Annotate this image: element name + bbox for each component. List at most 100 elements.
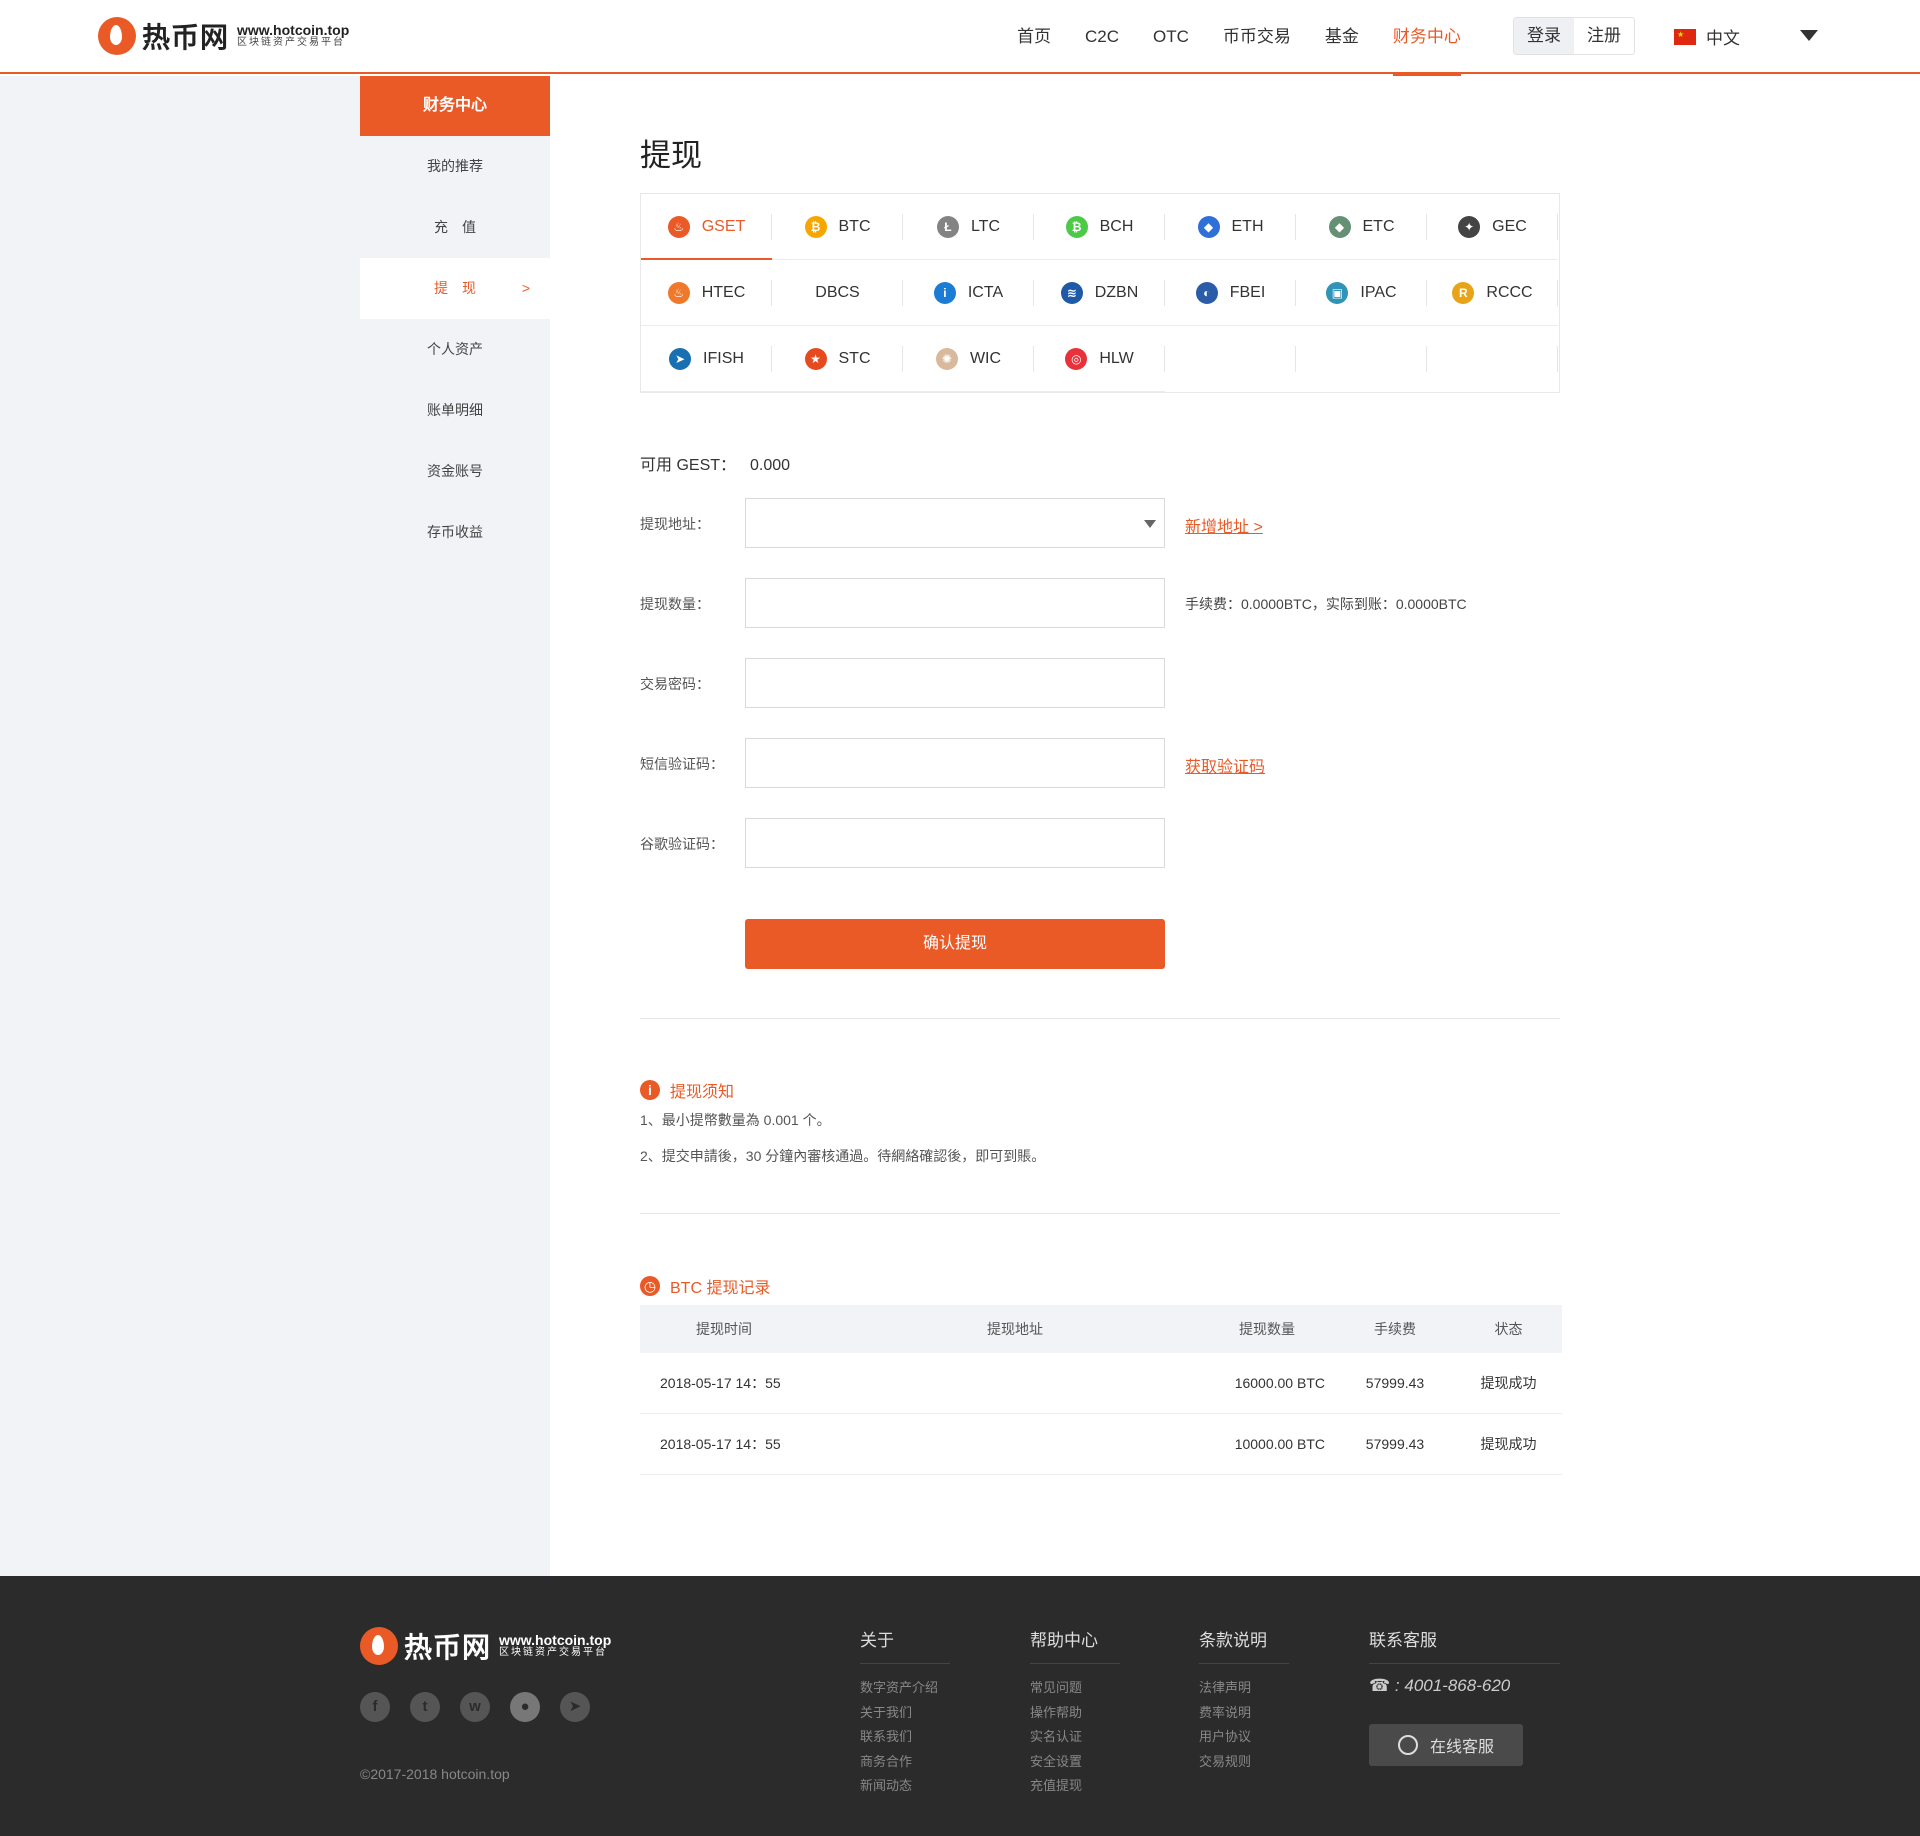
sidebar-item-withdraw[interactable]: 提 现 > <box>360 258 550 319</box>
footer-link[interactable]: 实名认证 <box>1030 1725 1120 1750</box>
sidebar-item-bills[interactable]: 账单明细 <box>360 380 550 441</box>
footer-link[interactable]: 安全设置 <box>1030 1750 1120 1775</box>
cell-amount: 10000.00 BTC <box>1234 1436 1325 1452</box>
coin-tab-hlw[interactable]: ◎ HLW <box>1034 326 1165 392</box>
footer-link[interactable]: 常见问题 <box>1030 1676 1120 1701</box>
sidebar: 财务中心 我的推荐 充 值 提 现 > 个人资产 账单明细 资金账号 存币收益 <box>360 76 550 563</box>
google-row: 谷歌验证码： <box>640 818 1560 868</box>
withdraw-records-table: 提现时间 提现地址 提现数量 手续费 状态 2018-05-17 14：55 1… <box>640 1305 1562 1475</box>
language-selector[interactable]: 中文 <box>1674 24 1740 49</box>
notice-line: 1、最小提幣數量為 0.001 个。 <box>640 1112 831 1128</box>
coin-tab-gset[interactable]: ♨ GSET <box>641 194 772 260</box>
chevron-right-icon: > <box>521 280 530 296</box>
available-value: 0.000 <box>750 457 791 474</box>
litecoin-icon: Ł <box>936 215 959 238</box>
coin-label: ETH <box>1231 217 1264 235</box>
footer-link[interactable]: 商务合作 <box>860 1750 950 1775</box>
footer-link[interactable]: 法律声明 <box>1199 1676 1289 1701</box>
fee-note: 手续费：0.0000BTC，实际到账：0.0000BTC <box>1185 596 1467 612</box>
brand-logo[interactable]: 热币网 www.hotcoin.top 区块链资产交易平台 <box>98 16 349 56</box>
facebook-icon[interactable]: f <box>360 1692 390 1722</box>
trade-password-input[interactable] <box>745 658 1165 708</box>
add-address-link[interactable]: 新增地址 > <box>1185 513 1263 537</box>
amount-input[interactable] <box>745 578 1165 628</box>
bitcoin-cash-icon: ₿ <box>1065 215 1088 238</box>
coin-tab-gec[interactable]: ✦ GEC <box>1427 194 1558 260</box>
footer-link[interactable]: 用户协议 <box>1199 1725 1289 1750</box>
telegram-icon[interactable]: ➤ <box>560 1692 590 1722</box>
footer-link[interactable]: 数字资产介绍 <box>860 1676 950 1701</box>
confirm-withdraw-button[interactable]: 确认提现 <box>745 919 1165 969</box>
coin-tab-dbcs[interactable]: DBCS <box>772 260 903 326</box>
wechat-icon[interactable]: ● <box>510 1692 540 1722</box>
dropdown-arrow-icon[interactable] <box>1800 30 1818 41</box>
nav-otc[interactable]: OTC <box>1153 0 1189 74</box>
sidebar-item-deposit[interactable]: 充 值 <box>360 197 550 258</box>
coin-tab-icta[interactable]: i ICTA <box>903 260 1034 326</box>
footer-link[interactable]: 费率说明 <box>1199 1701 1289 1726</box>
col-address-header: 提现地址 <box>987 1321 1043 1337</box>
coin-tab-etc[interactable]: ◆ ETC <box>1296 194 1427 260</box>
footer-logo[interactable]: 热币网 www.hotcoin.top 区块链资产交易平台 <box>360 1626 611 1666</box>
coin-tab-ifish[interactable]: ➤ IFISH <box>641 326 772 392</box>
google-code-input[interactable] <box>745 818 1165 868</box>
get-code-link[interactable]: 获取验证码 <box>1185 753 1265 777</box>
coin-tab-eth[interactable]: ◆ ETH <box>1165 194 1296 260</box>
auth-buttons: 登录 注册 <box>1513 17 1635 55</box>
page-title: 提现 <box>640 138 702 173</box>
password-label: 交易密码： <box>640 676 710 692</box>
footer-link[interactable]: 交易规则 <box>1199 1750 1289 1775</box>
sms-code-input[interactable] <box>745 738 1165 788</box>
coin-tab-ipac[interactable]: ▣ IPAC <box>1296 260 1427 326</box>
nav-home[interactable]: 首页 <box>1017 0 1051 74</box>
col-fee-header: 手续费 <box>1374 1321 1416 1337</box>
headset-icon <box>1397 1735 1418 1755</box>
coin-tab-fbei[interactable]: ◐ FBEI <box>1165 260 1296 326</box>
password-row: 交易密码： <box>640 658 1560 708</box>
ethereum-classic-icon: ◆ <box>1328 215 1351 238</box>
twitter-icon[interactable]: t <box>410 1692 440 1722</box>
col-time-header: 提现时间 <box>696 1321 752 1337</box>
coin-label: DZBN <box>1094 283 1139 301</box>
address-select[interactable] <box>745 498 1165 548</box>
coin-label: IPAC <box>1360 283 1397 301</box>
notice-title-text: 提现须知 <box>670 1084 735 1101</box>
footer-link[interactable]: 新闻动态 <box>860 1774 950 1799</box>
coin-tab-rccc[interactable]: R RCCC <box>1427 260 1558 326</box>
footer-link[interactable]: 关于我们 <box>860 1701 950 1726</box>
dzbn-icon: ≋ <box>1060 281 1083 304</box>
footer-link[interactable]: 联系我们 <box>860 1725 950 1750</box>
coin-tab-htec[interactable]: ♨ HTEC <box>641 260 772 326</box>
coin-tab-bch[interactable]: ₿ BCH <box>1034 194 1165 260</box>
coin-tab-ltc[interactable]: Ł LTC <box>903 194 1034 260</box>
footer-link[interactable]: 操作帮助 <box>1030 1701 1120 1726</box>
sidebar-item-earnings[interactable]: 存币收益 <box>360 502 550 563</box>
caret-down-icon[interactable] <box>1144 520 1156 528</box>
nav-fund[interactable]: 基金 <box>1325 0 1359 74</box>
flame-logo-icon <box>360 1627 398 1665</box>
footer-col-title: 关于 <box>860 1626 950 1664</box>
online-service-button[interactable]: 在线客服 <box>1369 1724 1523 1766</box>
cell-status: 提现成功 <box>1480 1375 1537 1391</box>
login-button[interactable]: 登录 <box>1514 18 1574 54</box>
weibo-icon[interactable]: w <box>460 1692 490 1722</box>
coin-tab-stc[interactable]: ★ STC <box>772 326 903 392</box>
footer-col-terms: 条款说明 法律声明 费率说明 用户协议 交易规则 <box>1199 1626 1289 1774</box>
nav-finance[interactable]: 财务中心 <box>1392 0 1461 76</box>
footer-link[interactable]: 充值提现 <box>1030 1774 1120 1799</box>
coin-tab-btc[interactable]: ₿ BTC <box>772 194 903 260</box>
sidebar-item-assets[interactable]: 个人资产 <box>360 319 550 380</box>
sidebar-item-referral[interactable]: 我的推荐 <box>360 136 550 197</box>
cell-status: 提现成功 <box>1480 1436 1537 1452</box>
nav-trade[interactable]: 币币交易 <box>1223 0 1291 74</box>
sidebar-item-accounts[interactable]: 资金账号 <box>360 441 550 502</box>
nav-c2c[interactable]: C2C <box>1085 0 1119 74</box>
sidebar-title: 财务中心 <box>360 76 550 136</box>
notice-line: 2、提交申請後，30 分鐘內審核通過。待網絡確認後，即可到賬。 <box>640 1148 1046 1164</box>
coin-tab-wic[interactable]: ✺ WIC <box>903 326 1034 392</box>
register-button[interactable]: 注册 <box>1574 18 1634 54</box>
flame-icon: ♨ <box>667 215 690 238</box>
logo-tagline: 区块链资产交易平台 <box>237 37 346 49</box>
footer-col-help: 帮助中心 常见问题 操作帮助 实名认证 安全设置 充值提现 <box>1030 1626 1120 1799</box>
coin-tab-dzbn[interactable]: ≋ DZBN <box>1034 260 1165 326</box>
